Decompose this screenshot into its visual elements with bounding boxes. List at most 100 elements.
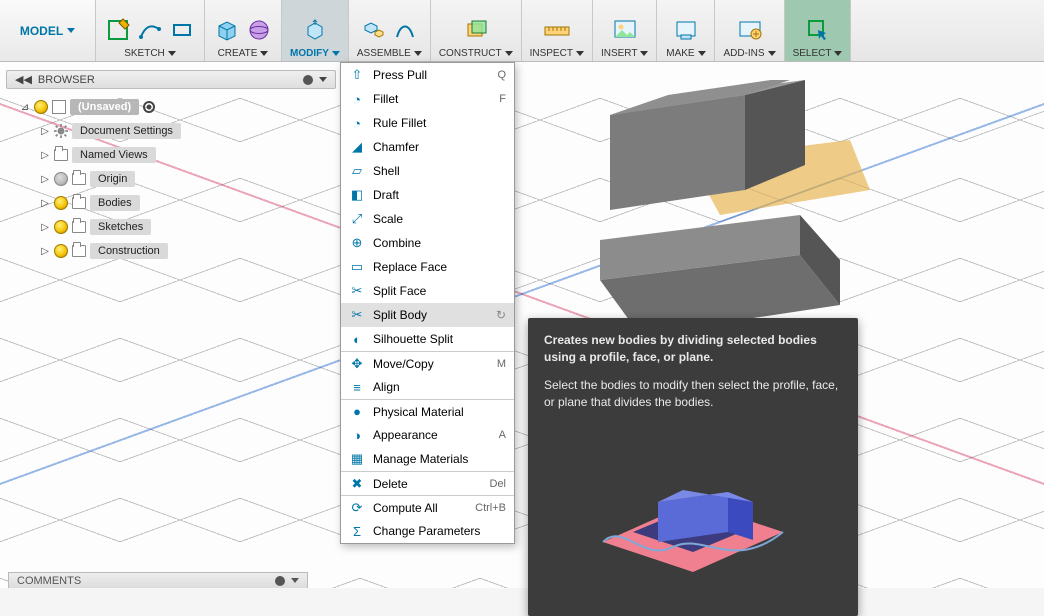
comments-bar[interactable]: COMMENTS bbox=[8, 572, 308, 588]
menu-item-icon: ▭ bbox=[349, 259, 365, 275]
menu-item-split-body[interactable]: ✂Split Body↻ bbox=[341, 303, 514, 327]
menu-item-replace-face[interactable]: ▭ Replace Face bbox=[341, 255, 514, 279]
menu-item-scale[interactable]: ⤢ Scale bbox=[341, 207, 514, 231]
menu-item-label: Silhouette Split bbox=[373, 332, 506, 346]
menu-item-icon: ⊕ bbox=[349, 235, 365, 251]
workspace-label: MODEL bbox=[20, 24, 63, 38]
press-pull-icon bbox=[301, 16, 329, 44]
joint-icon bbox=[359, 16, 387, 44]
menu-item-label: Move/Copy bbox=[373, 357, 489, 371]
toolbar-group-addins[interactable]: ADD-INS bbox=[715, 0, 784, 61]
modify-menu: ⇧Press PullQ◔FilletF◔Rule Fillet◢Chamfer… bbox=[340, 62, 515, 544]
menu-item-label: Delete bbox=[373, 477, 481, 491]
tree-item-named-views[interactable]: ▷ Named Views bbox=[6, 143, 336, 167]
browser-panel: ◀◀ BROWSER ⊿ (Unsaved) ▷ Document Settin… bbox=[6, 70, 336, 269]
tree-item-origin[interactable]: ▷ Origin bbox=[6, 167, 336, 191]
menu-item-chamfer[interactable]: ◢Chamfer bbox=[341, 135, 514, 159]
menu-item-physical-material[interactable]: ●Physical Material bbox=[341, 399, 514, 423]
toolbar-group-assemble[interactable]: ASSEMBLE bbox=[349, 0, 431, 61]
tree-root[interactable]: ⊿ (Unsaved) bbox=[6, 95, 336, 119]
tree-item-bodies[interactable]: ▷ Bodies bbox=[6, 191, 336, 215]
menu-item-icon: Σ bbox=[349, 523, 365, 539]
menu-item-label: Shell bbox=[373, 164, 506, 178]
menu-item-draft[interactable]: ◧Draft bbox=[341, 183, 514, 207]
menu-item-compute-all[interactable]: ⟳Compute AllCtrl+B bbox=[341, 495, 514, 519]
menu-item-fillet[interactable]: ◔FilletF bbox=[341, 87, 514, 111]
menu-item-icon: ◔ bbox=[349, 91, 365, 107]
expand-icon[interactable]: ▷ bbox=[40, 222, 50, 233]
menu-item-move-copy[interactable]: ✥Move/CopyM bbox=[341, 351, 514, 375]
menu-item-shortcut: F bbox=[499, 93, 506, 105]
browser-dot-icon[interactable] bbox=[303, 75, 313, 85]
tooltip-line2: Select the bodies to modify then select … bbox=[544, 377, 842, 412]
expand-icon[interactable]: ▷ bbox=[40, 174, 50, 185]
menu-item-label: Chamfer bbox=[373, 140, 506, 154]
tooltip-line1: Creates new bodies by dividing selected … bbox=[544, 333, 817, 364]
collapse-left-icon[interactable]: ◀◀ bbox=[15, 73, 32, 86]
menu-item-label: Combine bbox=[373, 236, 506, 250]
chevron-down-icon bbox=[414, 51, 422, 56]
chevron-down-icon[interactable] bbox=[291, 578, 299, 583]
menu-item-change-parameters[interactable]: ΣChange Parameters bbox=[341, 519, 514, 543]
menu-item-icon: ◐ bbox=[349, 331, 365, 347]
sphere-icon bbox=[245, 16, 273, 44]
menu-item-press-pull[interactable]: ⇧Press PullQ bbox=[341, 63, 514, 87]
active-component-icon[interactable] bbox=[143, 101, 155, 113]
browser-tree: ⊿ (Unsaved) ▷ Document Settings ▷ Named … bbox=[6, 89, 336, 269]
tree-item-construction[interactable]: ▷ Construction bbox=[6, 239, 336, 263]
expand-icon[interactable]: ▷ bbox=[40, 198, 50, 209]
lightbulb-off-icon[interactable] bbox=[54, 172, 68, 186]
lightbulb-icon[interactable] bbox=[54, 196, 68, 210]
dot-icon bbox=[275, 576, 285, 586]
toolbar-group-modify[interactable]: MODIFY bbox=[282, 0, 349, 61]
menu-item-split-face[interactable]: ✂Split Face bbox=[341, 279, 514, 303]
menu-item-icon: ✂ bbox=[349, 283, 365, 299]
chevron-down-icon[interactable] bbox=[319, 77, 327, 82]
image-icon bbox=[611, 16, 639, 44]
chevron-down-icon bbox=[576, 51, 584, 56]
menu-item-align[interactable]: ≡Align bbox=[341, 375, 514, 399]
browser-title: BROWSER bbox=[38, 74, 95, 86]
browser-header[interactable]: ◀◀ BROWSER bbox=[6, 70, 336, 89]
menu-item-shell[interactable]: ▱Shell bbox=[341, 159, 514, 183]
expand-icon[interactable]: ▷ bbox=[40, 150, 50, 161]
toolbar-group-create[interactable]: CREATE bbox=[205, 0, 282, 61]
sketch-create-icon bbox=[104, 16, 132, 44]
menu-item-icon: ▦ bbox=[349, 451, 365, 467]
tree-item-sketches[interactable]: ▷ Sketches bbox=[6, 215, 336, 239]
toolbar-group-sketch[interactable]: SKETCH bbox=[96, 0, 205, 61]
tree-item-document-settings[interactable]: ▷ Document Settings bbox=[6, 119, 336, 143]
folder-icon bbox=[72, 221, 86, 233]
menu-item-icon: ⤢ bbox=[349, 211, 365, 227]
lightbulb-icon[interactable] bbox=[54, 244, 68, 258]
menu-item-label: Scale bbox=[373, 212, 506, 226]
menu-item-rule-fillet[interactable]: ◔Rule Fillet bbox=[341, 111, 514, 135]
spline-icon bbox=[136, 16, 164, 44]
workspace-switcher[interactable]: MODEL bbox=[0, 0, 96, 61]
expand-icon[interactable]: ▷ bbox=[40, 246, 50, 257]
chevron-down-icon bbox=[698, 51, 706, 56]
toolbar-group-inspect[interactable]: INSPECT bbox=[522, 0, 593, 61]
addins-icon bbox=[736, 16, 764, 44]
menu-item-silhouette-split[interactable]: ◐ Silhouette Split bbox=[341, 327, 514, 351]
measure-icon bbox=[543, 16, 571, 44]
menu-item-appearance[interactable]: ◑AppearanceA bbox=[341, 423, 514, 447]
menu-item-icon: ⟳ bbox=[349, 500, 365, 516]
toolbar-group-insert[interactable]: INSERT bbox=[593, 0, 658, 61]
command-tooltip: Creates new bodies by dividing selected … bbox=[528, 318, 858, 616]
box-icon bbox=[213, 16, 241, 44]
menu-item-label: Split Body bbox=[373, 308, 488, 322]
toolbar-group-construct[interactable]: CONSTRUCT bbox=[431, 0, 522, 61]
menu-item-label: Replace Face bbox=[373, 260, 506, 274]
menu-item-combine[interactable]: ⊕ Combine bbox=[341, 231, 514, 255]
submenu-arrow-icon: ↻ bbox=[496, 308, 506, 322]
lightbulb-icon[interactable] bbox=[54, 220, 68, 234]
expand-icon[interactable]: ⊿ bbox=[20, 102, 30, 113]
toolbar-group-select[interactable]: SELECT bbox=[785, 0, 852, 61]
lightbulb-icon[interactable] bbox=[34, 100, 48, 114]
menu-item-icon: ⇧ bbox=[349, 67, 365, 83]
toolbar-group-make[interactable]: MAKE bbox=[657, 0, 715, 61]
menu-item-manage-materials[interactable]: ▦Manage Materials bbox=[341, 447, 514, 471]
expand-icon[interactable]: ▷ bbox=[40, 126, 50, 137]
menu-item-delete[interactable]: ✖DeleteDel bbox=[341, 471, 514, 495]
